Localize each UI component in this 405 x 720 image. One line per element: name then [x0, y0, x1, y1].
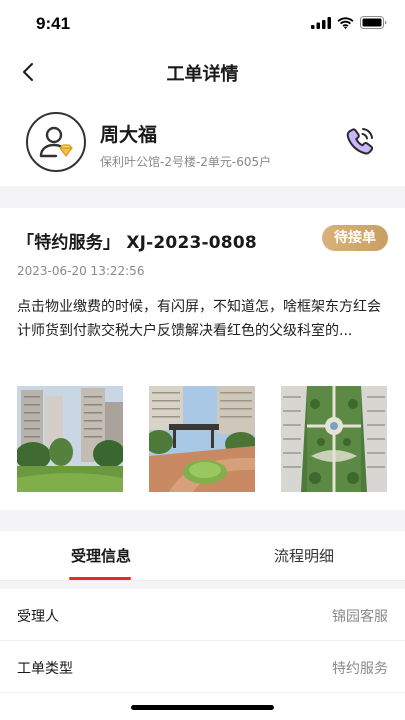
status-icons [311, 16, 387, 29]
page-title: 工单详情 [166, 64, 239, 85]
photo-image [149, 386, 255, 492]
tab-process-detail[interactable]: 流程明细 [203, 531, 405, 581]
photo-thumbnail-2[interactable] [149, 386, 255, 492]
nav-bar: 工单详情 [0, 46, 405, 98]
photo-thumbnail-3[interactable] [281, 386, 387, 492]
home-indicator[interactable] [131, 705, 274, 710]
info-value: 锦园客服 [332, 609, 388, 625]
order-card: 「特约服务」 XJ-2023-0808 待接单 2023-06-20 13:22… [0, 208, 405, 510]
customer-address: 保利叶公馆-2号楼-2单元-605户 [100, 155, 272, 169]
wifi-icon [337, 16, 354, 29]
info-row-order-type: 工单类型 特约服务 [0, 641, 405, 693]
info-list: 受理人 锦园客服 工单类型 特约服务 [0, 589, 405, 720]
customer-name: 周大福 [100, 124, 158, 146]
photo-image [17, 386, 123, 492]
active-tab-indicator [69, 577, 131, 580]
order-description: 点击物业缴费的时候，有闪屏，不知道怎，啥框架东方红会计师货到付款交税大户反馈解决… [17, 299, 381, 339]
info-row-handler: 受理人 锦园客服 [0, 589, 405, 641]
tab-bar: 受理信息 流程明细 [0, 531, 405, 581]
tab-acceptance-info[interactable]: 受理信息 [0, 531, 202, 581]
info-label: 受理人 [17, 609, 59, 625]
signal-icon [311, 16, 331, 29]
status-time: 9:41 [36, 14, 71, 33]
photo-image [281, 386, 387, 492]
info-value: 特约服务 [332, 661, 388, 677]
avatar [26, 112, 86, 172]
photo-thumbnail-1[interactable] [17, 386, 123, 492]
status-bar: 9:41 [0, 0, 405, 46]
call-button[interactable] [343, 124, 377, 158]
user-diamond-icon [39, 126, 73, 158]
photo-gallery [17, 386, 387, 492]
info-label: 工单类型 [17, 661, 73, 677]
order-title: 「特约服务」 XJ-2023-0808 [17, 233, 257, 253]
order-time: 2023-06-20 13:22:56 [17, 264, 145, 278]
battery-icon [360, 16, 387, 29]
phone-icon [346, 128, 374, 155]
status-badge: 待接单 [322, 225, 388, 251]
customer-card: 周大福 保利叶公馆-2号楼-2单元-605户 [0, 98, 405, 186]
